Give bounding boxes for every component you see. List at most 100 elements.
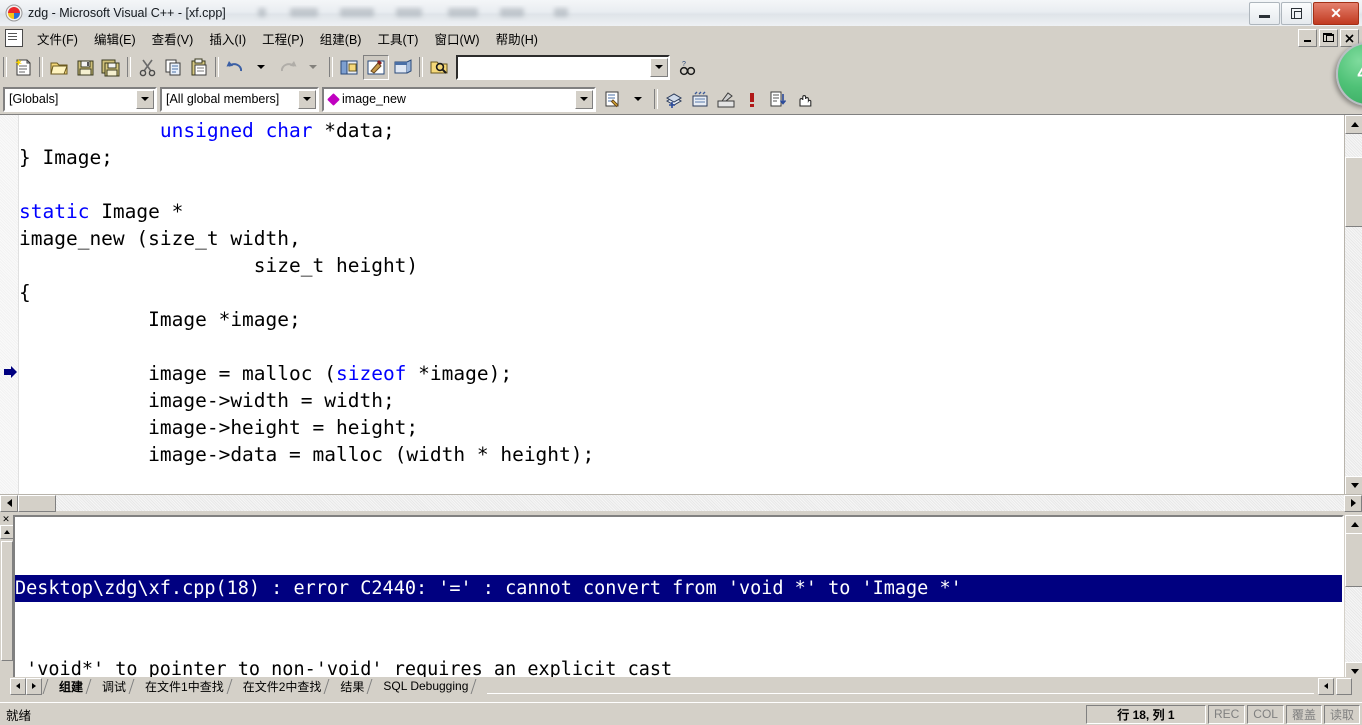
tabbar-resize-grip[interactable]: [1336, 677, 1352, 695]
scope-combo[interactable]: [Globals]: [3, 86, 157, 112]
scroll-down-button[interactable]: [1345, 476, 1362, 495]
menu-edit[interactable]: 编辑(E): [87, 26, 143, 51]
undo-icon: [226, 60, 242, 71]
tab-bar-scroll: [1318, 677, 1352, 695]
menu-project[interactable]: 工程(P): [255, 26, 311, 51]
editor-selection-margin[interactable]: [0, 115, 19, 511]
restore-button[interactable]: [1281, 1, 1312, 25]
go-button[interactable]: [766, 88, 790, 111]
window-list-button[interactable]: [391, 56, 415, 79]
tab-scroll-right-button[interactable]: [26, 677, 42, 695]
wizardbar-action-button[interactable]: [600, 88, 624, 111]
mdi-restore-button[interactable]: [1319, 29, 1338, 47]
tab-results[interactable]: 结果: [323, 678, 368, 695]
build-button[interactable]: [688, 88, 712, 111]
tabbar-scroll-left-button[interactable]: [1318, 677, 1334, 695]
wizardbar-dropdown-button[interactable]: [626, 88, 650, 111]
window-controls: ✕: [1248, 0, 1362, 26]
scroll-up-button[interactable]: [1345, 115, 1362, 134]
minimize-button[interactable]: [1249, 1, 1280, 25]
output-window-button[interactable]: [363, 54, 389, 80]
output-tab-bar: 组建 调试 在文件1中查找 在文件2中查找 结果 SQL Debugging: [0, 677, 1362, 695]
menu-help[interactable]: 帮助(H): [489, 26, 545, 51]
build-execute-button[interactable]: [714, 88, 738, 111]
insert-breakpoint-icon: [799, 94, 812, 107]
save-all-button[interactable]: [99, 56, 123, 79]
build-output-list[interactable]: Desktop\zdg\xf.cpp(18) : error C2440: '=…: [13, 515, 1344, 685]
members-combo[interactable]: [All global members]: [160, 86, 319, 112]
copy-button[interactable]: [161, 56, 185, 79]
output-vertical-scrollbar[interactable]: [1345, 515, 1362, 681]
status-overwrite: 覆盖: [1285, 704, 1322, 724]
output-close-button[interactable]: ✕: [0, 513, 12, 525]
editor-horizontal-scrollbar[interactable]: [0, 494, 1362, 512]
code-editor[interactable]: unsigned char *data; } Image; static Ima…: [0, 114, 1362, 512]
editor-vertical-scrollbar[interactable]: [1344, 115, 1362, 495]
build-execute-icon: [717, 91, 735, 107]
editor-vscroll-thumb[interactable]: [1345, 157, 1362, 227]
undo-dropdown-button[interactable]: [249, 56, 273, 79]
tab-find-in-files-2[interactable]: 在文件2中查找: [226, 678, 326, 695]
members-combo-dropdown[interactable]: [298, 89, 316, 109]
find-combo-dropdown[interactable]: [650, 57, 668, 77]
scroll-right-button[interactable]: [1344, 494, 1362, 512]
tab-build[interactable]: 组建: [42, 678, 87, 695]
find-in-files-button[interactable]: [427, 56, 451, 79]
members-combo-value: [All global members]: [166, 92, 280, 106]
chevron-down-icon: [580, 97, 588, 101]
build-icon: [692, 91, 708, 106]
chevron-left-icon: [6, 499, 12, 507]
output-scroll-up-button[interactable]: [1345, 515, 1362, 534]
redo-dropdown-button[interactable]: [301, 56, 325, 79]
menu-file[interactable]: 文件(F): [30, 26, 85, 51]
editor-hscroll-thumb[interactable]: [18, 494, 56, 512]
menu-build[interactable]: 组建(B): [313, 26, 369, 51]
redo-button[interactable]: [275, 56, 299, 79]
save-all-icon: [101, 59, 120, 76]
minimize-icon: [1259, 15, 1270, 18]
chevron-up-icon: [1350, 522, 1359, 527]
output-tabs: 组建 调试 在文件1中查找 在文件2中查找 结果 SQL Debugging: [42, 678, 485, 695]
tab-find-in-files-1[interactable]: 在文件1中查找: [128, 678, 228, 695]
menu-view[interactable]: 查看(V): [145, 26, 201, 51]
output-scroll-up-button[interactable]: [0, 525, 14, 539]
close-button[interactable]: ✕: [1313, 1, 1359, 25]
new-file-button[interactable]: [11, 56, 35, 79]
stop-build-button[interactable]: [740, 88, 764, 111]
output-gutter-thumb[interactable]: [1, 541, 13, 661]
open-file-icon: [50, 62, 68, 74]
tab-sql-debugging[interactable]: SQL Debugging: [366, 678, 485, 694]
title-bar: zdg - Microsoft Visual C++ - [xf.cpp] ✕: [0, 0, 1362, 27]
tab-debug[interactable]: 调试: [85, 678, 130, 695]
cut-button[interactable]: [135, 56, 159, 79]
paste-button[interactable]: [187, 56, 211, 79]
chevron-down-icon: [303, 97, 311, 101]
editor-code-text[interactable]: unsigned char *data; } Image; static Ima…: [19, 115, 1344, 495]
document-icon: [5, 29, 23, 47]
find-combo[interactable]: [456, 54, 670, 80]
toolbar-separator: [215, 57, 219, 77]
scope-combo-value: [Globals]: [9, 92, 59, 106]
menu-insert[interactable]: 插入(I): [202, 26, 253, 51]
scroll-left-button[interactable]: [0, 494, 18, 512]
insert-breakpoint-button[interactable]: [792, 88, 816, 111]
output-vscroll-thumb[interactable]: [1345, 533, 1362, 587]
compile-button[interactable]: [662, 88, 686, 111]
mdi-minimize-button[interactable]: [1298, 29, 1317, 47]
tab-scroll-left-button[interactable]: [10, 677, 26, 695]
output-line[interactable]: Desktop\zdg\xf.cpp(18) : error C2440: '=…: [15, 575, 1342, 602]
toolbar-separator: [127, 57, 131, 77]
chevron-up-icon: [4, 530, 10, 534]
save-button[interactable]: [73, 56, 97, 79]
find-match-button[interactable]: ?: [676, 56, 700, 79]
workspace-button[interactable]: [337, 56, 361, 79]
undo-button[interactable]: [223, 56, 247, 79]
scope-combo-dropdown[interactable]: [136, 89, 154, 109]
symbol-combo-dropdown[interactable]: [575, 89, 593, 109]
app-icon: [5, 4, 23, 22]
menu-tools[interactable]: 工具(T): [370, 26, 425, 51]
tab-label: 在文件1中查找: [145, 679, 224, 694]
open-file-button[interactable]: [47, 56, 71, 79]
symbol-combo[interactable]: image_new: [322, 86, 596, 112]
menu-window[interactable]: 窗口(W): [427, 26, 486, 51]
